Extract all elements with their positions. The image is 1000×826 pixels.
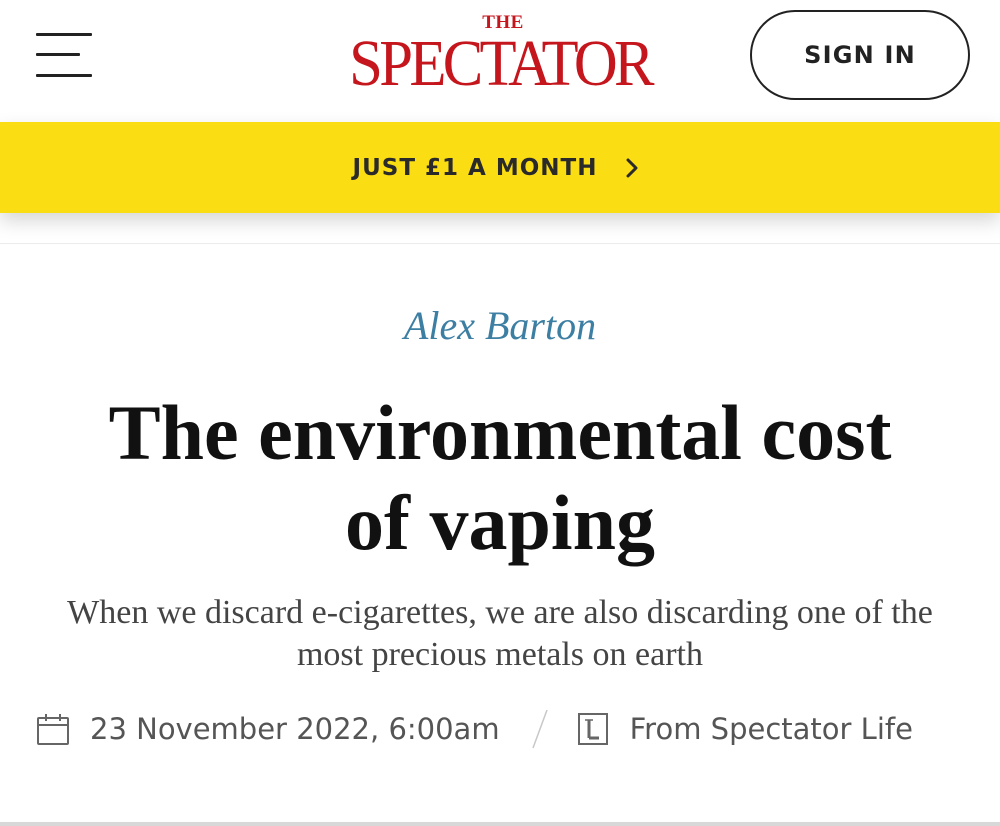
chevron-right-icon [617,153,647,183]
menu-icon[interactable] [36,30,94,82]
spectator-life-icon [577,713,608,745]
headline-line-2: of vaping [345,479,655,566]
article-meta: 23 November 2022, 6:00am From Spectator … [36,706,913,752]
headline-line-1: The environmental cost [108,389,892,476]
standfirst-line-2: most precious metals on earth [296,636,703,673]
sign-in-button[interactable]: SIGN IN [750,10,970,100]
logo-main-text: SPECTATOR [349,27,654,100]
promo-text: JUST £1 A MONTH [352,154,598,181]
standfirst-line-1: When we discard e-cigarettes, we are als… [67,594,933,631]
site-header: THE SPECTATOR SIGN IN [0,0,1000,122]
article-standfirst: When we discard e-cigarettes, we are als… [30,592,970,676]
meta-separator [530,706,550,752]
source-link[interactable]: From Spectator Life [630,712,913,746]
publish-date: 23 November 2022, 6:00am [90,712,500,746]
author-byline[interactable]: Alex Barton [0,302,1000,349]
bottom-edge [0,822,1000,826]
divider [0,243,1000,244]
calendar-icon [36,712,70,746]
article-headline: The environmental cost of vaping [40,388,960,568]
subscription-promo-banner[interactable]: JUST £1 A MONTH [0,122,1000,213]
spectator-logo[interactable]: THE SPECTATOR [334,13,666,100]
